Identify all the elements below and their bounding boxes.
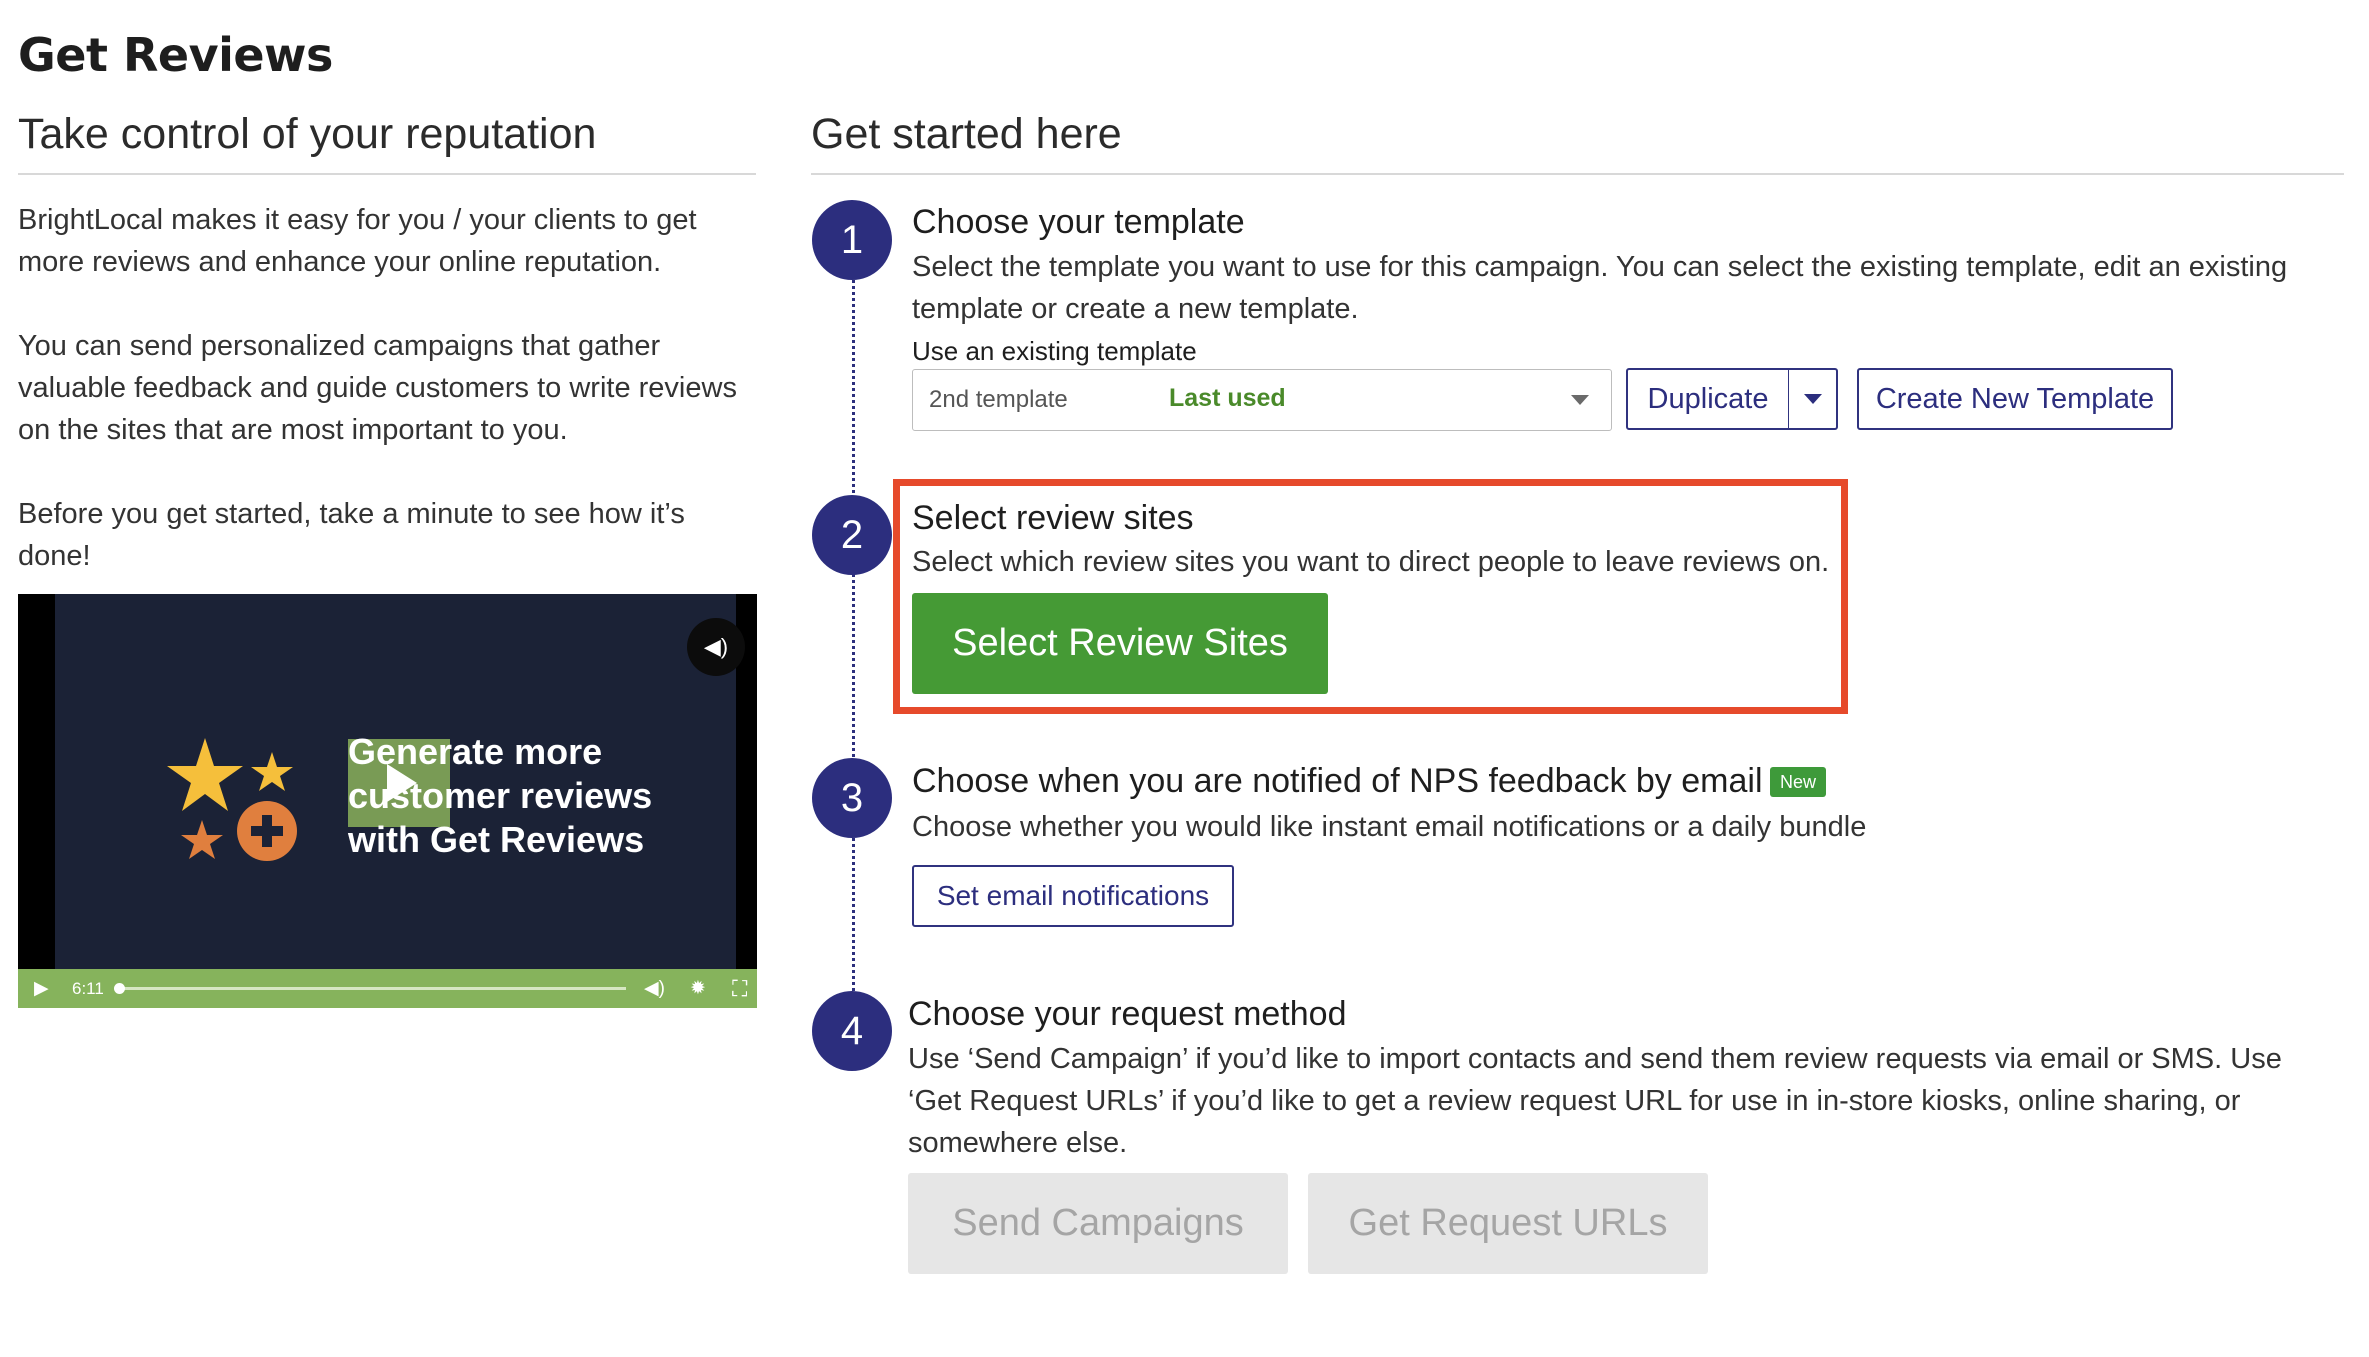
step-2-highlight-box bbox=[893, 479, 1848, 714]
get-request-urls-button[interactable]: Get Request URLs bbox=[1308, 1173, 1708, 1274]
last-used-tag: Last used bbox=[1169, 384, 1286, 412]
video-title-line-2: customer reviews bbox=[348, 775, 653, 816]
get-started-heading: Get started here bbox=[811, 110, 2344, 175]
video-duration: 6:11 bbox=[72, 978, 104, 998]
template-select-label: Use an existing template bbox=[912, 336, 1197, 366]
create-new-template-button[interactable]: Create New Template bbox=[1857, 368, 2173, 430]
new-badge: New bbox=[1770, 767, 1826, 797]
video-title-line-3: with Get Reviews bbox=[348, 819, 645, 860]
video-progress-bar[interactable] bbox=[114, 983, 626, 994]
volume-overlay-button[interactable]: ◀) bbox=[687, 618, 745, 676]
steps-timeline bbox=[852, 243, 855, 1033]
intro-heading: Take control of your reputation bbox=[18, 110, 756, 175]
duplicate-dropdown-toggle[interactable] bbox=[1788, 368, 1838, 430]
intro-paragraph-3: Before you get started, take a minute to… bbox=[18, 498, 685, 572]
duplicate-button[interactable]: Duplicate bbox=[1626, 368, 1790, 430]
caret-down-icon bbox=[1803, 394, 1822, 404]
step-3-title: Choose when you are notified of NPS feed… bbox=[912, 762, 1763, 800]
stars-plus-icon bbox=[167, 738, 297, 861]
send-campaigns-button[interactable]: Send Campaigns bbox=[908, 1173, 1288, 1274]
intro-section: Take control of your reputation bbox=[18, 110, 756, 175]
video-control-bar: ▶ 6:11 ◀) ✹ ⛶ bbox=[18, 969, 757, 1008]
intro-paragraph-2: You can send personalized campaigns that… bbox=[18, 330, 737, 446]
step-4-badge: 4 bbox=[812, 991, 892, 1071]
step-3-description: Choose whether you would like instant em… bbox=[912, 811, 1867, 843]
volume-icon: ◀) bbox=[703, 634, 729, 659]
step-1-description: Select the template you want to use for … bbox=[912, 251, 2288, 325]
video-stage[interactable]: Generate more customer reviews with Get … bbox=[55, 594, 736, 969]
control-volume-icon[interactable]: ◀) bbox=[644, 969, 665, 1008]
settings-gear-icon[interactable]: ✹ bbox=[690, 969, 706, 1008]
progress-knob[interactable] bbox=[114, 983, 125, 994]
chevron-down-icon bbox=[1571, 395, 1589, 405]
template-select-value: 2nd template bbox=[929, 386, 1068, 413]
set-email-notifications-button[interactable]: Set email notifications bbox=[912, 865, 1234, 927]
step-3-badge: 3 bbox=[812, 758, 892, 838]
step-4-description: Use ‘Send Campaign’ if you’d like to imp… bbox=[908, 1043, 2282, 1159]
step-1-title: Choose your template bbox=[912, 203, 1245, 241]
template-select[interactable]: 2nd template Last used bbox=[912, 369, 1612, 431]
fullscreen-icon[interactable]: ⛶ bbox=[732, 969, 747, 1008]
video-title-line-1: Generate more bbox=[348, 731, 603, 772]
video-title: Generate more customer reviews with Get … bbox=[348, 730, 688, 862]
step-4-title: Choose your request method bbox=[908, 995, 1347, 1033]
control-play-icon[interactable]: ▶ bbox=[34, 969, 49, 1008]
step-1-badge: 1 bbox=[812, 200, 892, 280]
page-title: Get Reviews bbox=[18, 28, 333, 82]
video-player[interactable]: Generate more customer reviews with Get … bbox=[18, 594, 757, 1008]
intro-paragraph-1: BrightLocal makes it easy for you / your… bbox=[18, 204, 697, 278]
step-2-badge: 2 bbox=[812, 495, 892, 575]
get-started-section: Get started here bbox=[811, 110, 2344, 175]
